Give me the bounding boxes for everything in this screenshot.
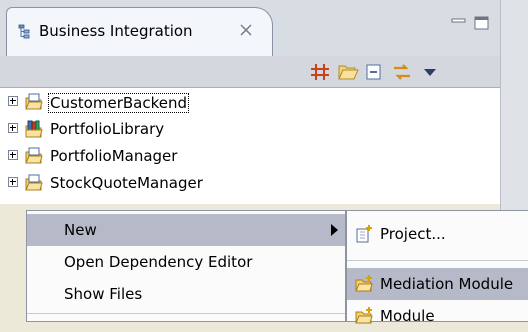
menu-item-open-dependency-editor[interactable]: Open Dependency Editor [27, 246, 345, 278]
submenu-item-label: Module [380, 307, 435, 325]
context-menu: New Open Dependency Editor Show Files [26, 210, 346, 322]
tree-item-label: PortfolioLibrary [50, 120, 165, 138]
new-project-icon [354, 224, 374, 244]
submenu-separator [347, 260, 528, 261]
library-icon [24, 119, 44, 139]
expand-icon[interactable] [8, 96, 18, 106]
tree-item-label: CustomerBackend [48, 93, 189, 113]
window-controls [446, 13, 496, 33]
tree-item-label: PortfolioManager [50, 147, 178, 165]
collapse-all-icon[interactable] [362, 61, 386, 83]
module-icon [24, 92, 44, 112]
minimize-icon[interactable] [450, 15, 468, 31]
open-folder-icon[interactable] [336, 61, 360, 83]
view-menu-icon[interactable] [418, 61, 442, 83]
close-icon[interactable] [237, 21, 255, 39]
menu-item-label: Open Dependency Editor [64, 253, 253, 271]
link-with-editor-icon[interactable] [308, 61, 332, 83]
submenu-item-mediation-module[interactable]: Mediation Module [347, 268, 528, 300]
mediation-module-icon [354, 274, 374, 294]
tree-item-label: StockQuoteManager [50, 174, 203, 192]
module-icon [354, 306, 374, 326]
menu-item-label: New [64, 221, 97, 239]
submenu-item-module[interactable]: Module [347, 300, 528, 332]
menu-separator [27, 313, 345, 314]
expand-icon[interactable] [8, 123, 18, 133]
new-submenu: Project... Mediation Module Module [346, 210, 528, 325]
submenu-item-label: Project... [380, 225, 446, 243]
view-title: Business Integration [39, 22, 193, 40]
maximize-icon[interactable] [473, 15, 491, 31]
expand-icon[interactable] [8, 177, 18, 187]
project-tree: CustomerBackend PortfolioLibrary Portfol… [0, 88, 500, 204]
menu-item-label: Show Files [64, 285, 143, 303]
menu-item-show-files[interactable]: Show Files [27, 278, 345, 310]
module-icon [24, 173, 44, 193]
submenu-item-project[interactable]: Project... [347, 218, 528, 250]
view-tree-icon [18, 24, 34, 40]
submenu-item-label: Mediation Module [380, 275, 514, 293]
view-tab[interactable]: Business Integration [6, 7, 273, 56]
module-icon [24, 146, 44, 166]
sync-icon[interactable] [390, 61, 414, 83]
expand-icon[interactable] [8, 150, 18, 160]
menu-item-new[interactable]: New [27, 214, 345, 246]
submenu-arrow-icon [331, 224, 338, 236]
